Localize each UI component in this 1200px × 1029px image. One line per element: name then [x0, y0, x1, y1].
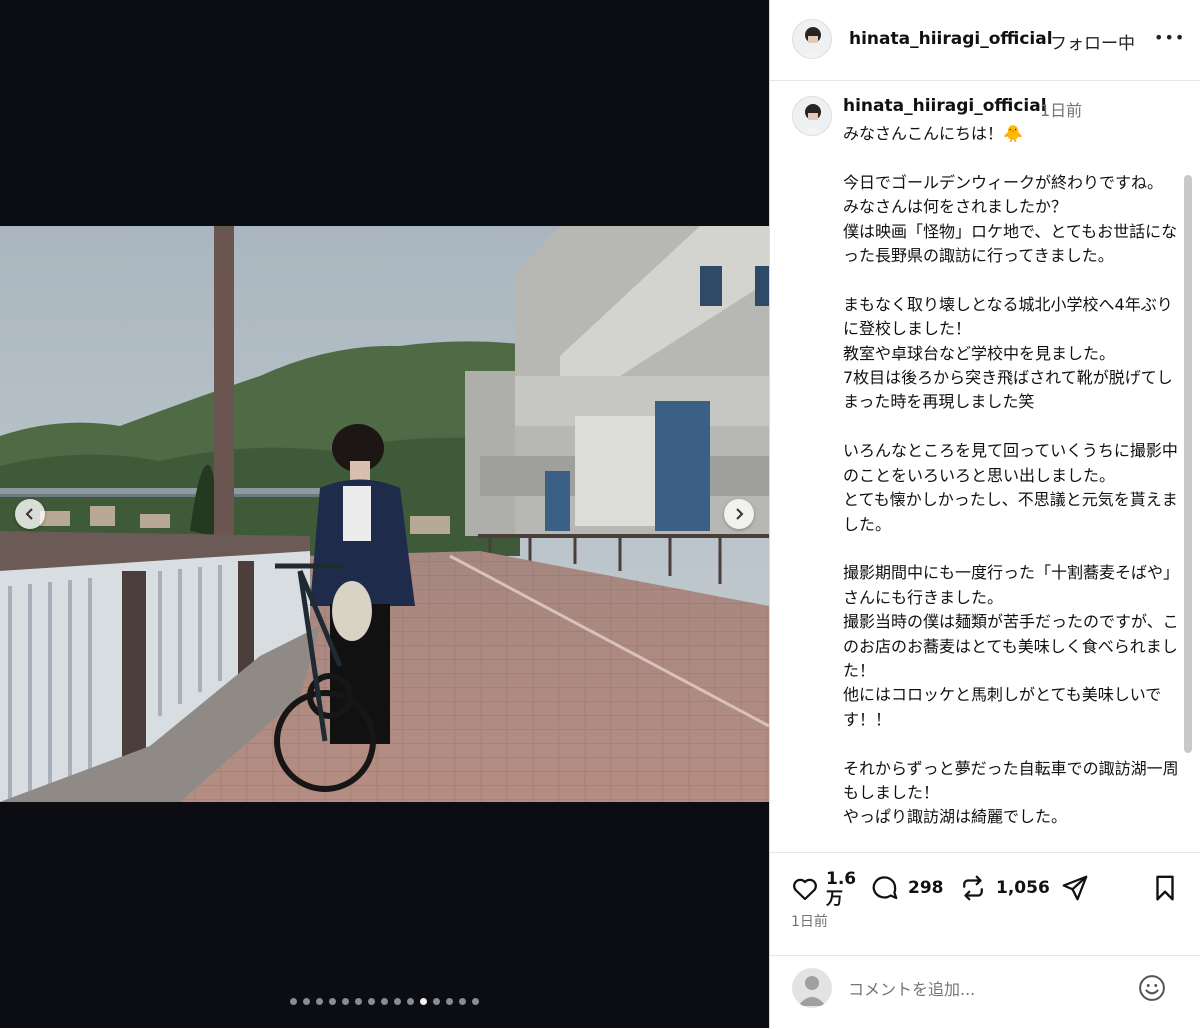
emoji-icon [1139, 975, 1165, 1001]
more-options-button[interactable]: ••• [1154, 28, 1185, 47]
carousel-dot[interactable] [290, 998, 297, 1005]
like-count: 1.6 万 [826, 869, 856, 909]
bookmark-button[interactable] [1150, 873, 1180, 903]
current-user-avatar [792, 968, 832, 1008]
avatar[interactable] [792, 19, 832, 59]
carousel-dot[interactable] [355, 998, 362, 1005]
caption-area: hinata_hiiragi_official 1日前 みなさんこんにちは！🐥 … [770, 82, 1200, 852]
caption-username[interactable]: hinata_hiiragi_official [843, 96, 1047, 116]
carousel-dot[interactable] [329, 998, 336, 1005]
caption-text: みなさんこんにちは！🐥 今日でゴールデンウィークが終わりですね。 みなさんは何を… [843, 124, 1180, 827]
comment-icon [872, 876, 898, 900]
carousel-dot[interactable] [420, 998, 427, 1005]
caption-scrollbar[interactable] [1184, 175, 1192, 753]
action-bar: 1.6 万 298 1,056 1日前 [770, 852, 1200, 943]
carousel-dot[interactable] [459, 998, 466, 1005]
emoji-picker-button[interactable] [1137, 973, 1167, 1007]
comment-input[interactable] [846, 974, 1130, 1004]
carousel-dot[interactable] [472, 998, 479, 1005]
caption-time: 1日前 [1040, 101, 1083, 120]
repost-count: 1,056 [996, 878, 1050, 898]
carousel-dot[interactable] [303, 998, 310, 1005]
like-count-unit: 万 [826, 889, 843, 909]
post-header: hinata_hiiragi_official フォロー中 ••• [770, 0, 1200, 81]
repost-button[interactable]: 1,056 [958, 873, 1050, 903]
comment-bar [770, 955, 1200, 1029]
media-area [0, 0, 769, 1028]
carousel-indicator [0, 998, 769, 1005]
share-icon [1062, 875, 1088, 901]
carousel-dot[interactable] [381, 998, 388, 1005]
more-icon: ••• [1154, 28, 1186, 47]
carousel-dot[interactable] [407, 998, 414, 1005]
like-button[interactable]: 1.6 万 [790, 869, 856, 909]
carousel-dot[interactable] [433, 998, 440, 1005]
post-sidebar: hinata_hiiragi_official フォロー中 ••• hinata… [769, 0, 1200, 1028]
carousel-dot[interactable] [446, 998, 453, 1005]
bookmark-icon [1156, 875, 1174, 901]
chevron-right-icon [736, 508, 744, 520]
repost-icon [963, 875, 983, 901]
heart-icon [793, 878, 817, 901]
carousel-dot[interactable] [342, 998, 349, 1005]
carousel-dot[interactable] [368, 998, 375, 1005]
post-photo [0, 226, 769, 802]
carousel-dot[interactable] [316, 998, 323, 1005]
post-viewer: hinata_hiiragi_official フォロー中 ••• hinata… [0, 0, 1200, 1028]
follow-status-button[interactable]: フォロー中 [1050, 29, 1135, 54]
like-count-number: 1.6 [826, 869, 857, 889]
post-timestamp[interactable]: 1日前 [791, 911, 828, 931]
post-author-username[interactable]: hinata_hiiragi_official [849, 29, 1053, 49]
comment-count: 298 [908, 878, 944, 898]
caption-avatar[interactable] [792, 96, 832, 136]
chevron-left-icon [25, 508, 33, 520]
comment-button[interactable]: 298 [870, 873, 944, 903]
share-button[interactable] [1060, 873, 1090, 903]
next-image-button[interactable] [724, 499, 754, 529]
prev-image-button[interactable] [15, 499, 45, 529]
carousel-dot[interactable] [394, 998, 401, 1005]
